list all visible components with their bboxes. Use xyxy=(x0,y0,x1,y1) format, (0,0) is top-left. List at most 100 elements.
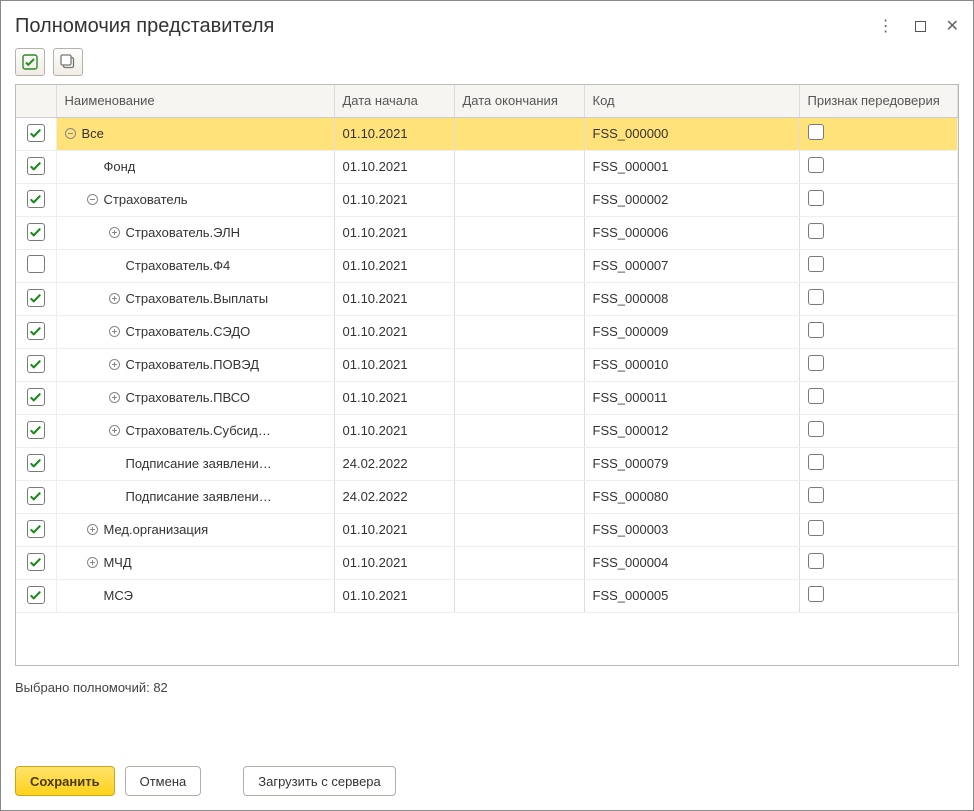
row-checkbox[interactable] xyxy=(27,223,45,241)
table-row[interactable]: Подписание заявлени… 24.02.2022 FSS_000079 xyxy=(16,447,958,480)
table-row[interactable]: МЧД01.10.2021FSS_000004 xyxy=(16,546,958,579)
col-redel[interactable]: Признак передоверия xyxy=(799,85,958,117)
row-checkbox[interactable] xyxy=(27,487,45,505)
expand-icon[interactable] xyxy=(109,425,120,436)
start-date-cell: 24.02.2022 xyxy=(334,447,454,480)
table-row[interactable]: Страхователь.Выплаты01.10.2021FSS_000008 xyxy=(16,282,958,315)
redelegation-checkbox[interactable] xyxy=(808,124,824,140)
col-check xyxy=(16,85,56,117)
redelegation-checkbox[interactable] xyxy=(808,190,824,206)
load-from-server-button[interactable]: Загрузить с сервера xyxy=(243,766,396,796)
code-cell: FSS_000080 xyxy=(584,480,799,513)
expand-icon[interactable] xyxy=(87,524,98,535)
maximize-icon[interactable] xyxy=(915,20,926,34)
expand-icon[interactable] xyxy=(109,359,120,370)
expand-icon[interactable] xyxy=(109,227,120,238)
row-checkbox[interactable] xyxy=(27,289,45,307)
row-checkbox[interactable] xyxy=(27,421,45,439)
table-row[interactable]: Подписание заявлени…24.02.2022FSS_000080 xyxy=(16,480,958,513)
table-row[interactable]: Страхователь.Ф401.10.2021FSS_000007 xyxy=(16,249,958,282)
col-name[interactable]: Наименование xyxy=(56,85,334,117)
check-all-button[interactable] xyxy=(15,48,45,76)
redelegation-cell xyxy=(799,546,958,579)
col-end[interactable]: Дата окончания xyxy=(454,85,584,117)
name-cell: МСЭ xyxy=(56,579,334,612)
code-cell: FSS_000006 xyxy=(584,216,799,249)
window-title: Полномочия представителя xyxy=(15,15,274,38)
row-name: МЧД xyxy=(104,555,132,570)
close-icon[interactable]: ✕ xyxy=(946,19,959,35)
redelegation-checkbox[interactable] xyxy=(808,223,824,239)
more-icon[interactable]: ⋮ xyxy=(878,19,895,35)
row-checkbox[interactable] xyxy=(27,255,45,273)
row-checkbox[interactable] xyxy=(27,388,45,406)
table-row[interactable]: МСЭ01.10.2021FSS_000005 xyxy=(16,579,958,612)
row-checkbox[interactable] xyxy=(27,553,45,571)
start-date-cell: 01.10.2021 xyxy=(334,513,454,546)
expand-icon[interactable] xyxy=(109,392,120,403)
redelegation-checkbox[interactable] xyxy=(808,520,824,536)
redelegation-cell xyxy=(799,381,958,414)
redelegation-cell xyxy=(799,447,958,480)
row-checkbox[interactable] xyxy=(27,157,45,175)
collapse-icon[interactable] xyxy=(65,128,76,139)
name-cell: Страхователь.ПОВЭД xyxy=(56,348,334,381)
row-checkbox[interactable] xyxy=(27,454,45,472)
uncheck-all-button[interactable] xyxy=(53,48,83,76)
redelegation-checkbox[interactable] xyxy=(808,355,824,371)
redelegation-checkbox[interactable] xyxy=(808,487,824,503)
redelegation-cell xyxy=(799,348,958,381)
redelegation-checkbox[interactable] xyxy=(808,586,824,602)
redelegation-cell xyxy=(799,150,958,183)
table-row[interactable]: Страхователь.ЭЛН01.10.2021FSS_000006 xyxy=(16,216,958,249)
col-start[interactable]: Дата начала xyxy=(334,85,454,117)
row-checkbox[interactable] xyxy=(27,124,45,142)
start-date-cell: 01.10.2021 xyxy=(334,117,454,150)
redelegation-checkbox[interactable] xyxy=(808,421,824,437)
code-cell: FSS_000012 xyxy=(584,414,799,447)
cancel-button[interactable]: Отмена xyxy=(125,766,202,796)
code-cell: FSS_000000 xyxy=(584,117,799,150)
redelegation-cell xyxy=(799,414,958,447)
redelegation-cell xyxy=(799,315,958,348)
table-row[interactable]: Страхователь.ПОВЭД01.10.2021FSS_000010 xyxy=(16,348,958,381)
end-date-cell xyxy=(454,216,584,249)
redelegation-checkbox[interactable] xyxy=(808,553,824,569)
row-name: МСЭ xyxy=(104,588,133,603)
redelegation-checkbox[interactable] xyxy=(808,256,824,272)
table-row[interactable]: Фонд01.10.2021FSS_000001 xyxy=(16,150,958,183)
row-name: Подписание заявлени… xyxy=(126,456,272,471)
expand-icon[interactable] xyxy=(87,557,98,568)
name-cell: МЧД xyxy=(56,546,334,579)
name-cell: Страхователь.Субсид… xyxy=(56,414,334,447)
row-checkbox[interactable] xyxy=(27,355,45,373)
expand-icon[interactable] xyxy=(109,293,120,304)
row-name: Страхователь xyxy=(104,192,188,207)
row-name: Страхователь.ЭЛН xyxy=(126,225,241,240)
end-date-cell xyxy=(454,579,584,612)
redelegation-checkbox[interactable] xyxy=(808,289,824,305)
row-checkbox[interactable] xyxy=(27,586,45,604)
start-date-cell: 01.10.2021 xyxy=(334,381,454,414)
collapse-icon[interactable] xyxy=(87,194,98,205)
redelegation-cell xyxy=(799,117,958,150)
redelegation-checkbox[interactable] xyxy=(808,454,824,470)
row-checkbox[interactable] xyxy=(27,322,45,340)
redelegation-checkbox[interactable] xyxy=(808,322,824,338)
table-row[interactable]: Страхователь.Субсид…01.10.2021FSS_000012 xyxy=(16,414,958,447)
table-row[interactable]: Страхователь.ПВСО01.10.2021FSS_000011 xyxy=(16,381,958,414)
save-button[interactable]: Сохранить xyxy=(15,766,115,796)
row-checkbox[interactable] xyxy=(27,190,45,208)
table-row[interactable]: Страхователь.СЭДО01.10.2021FSS_000009 xyxy=(16,315,958,348)
redelegation-checkbox[interactable] xyxy=(808,388,824,404)
table-row[interactable]: Страхователь01.10.2021FSS_000002 xyxy=(16,183,958,216)
redelegation-checkbox[interactable] xyxy=(808,157,824,173)
name-cell: Все xyxy=(56,117,334,150)
table-row[interactable]: Все01.10.2021 FSS_000000 xyxy=(16,117,958,150)
code-cell: FSS_000079 xyxy=(584,447,799,480)
col-code[interactable]: Код xyxy=(584,85,799,117)
expand-icon[interactable] xyxy=(109,326,120,337)
row-checkbox[interactable] xyxy=(27,520,45,538)
code-cell: FSS_000001 xyxy=(584,150,799,183)
table-row[interactable]: Мед.организация01.10.2021FSS_000003 xyxy=(16,513,958,546)
